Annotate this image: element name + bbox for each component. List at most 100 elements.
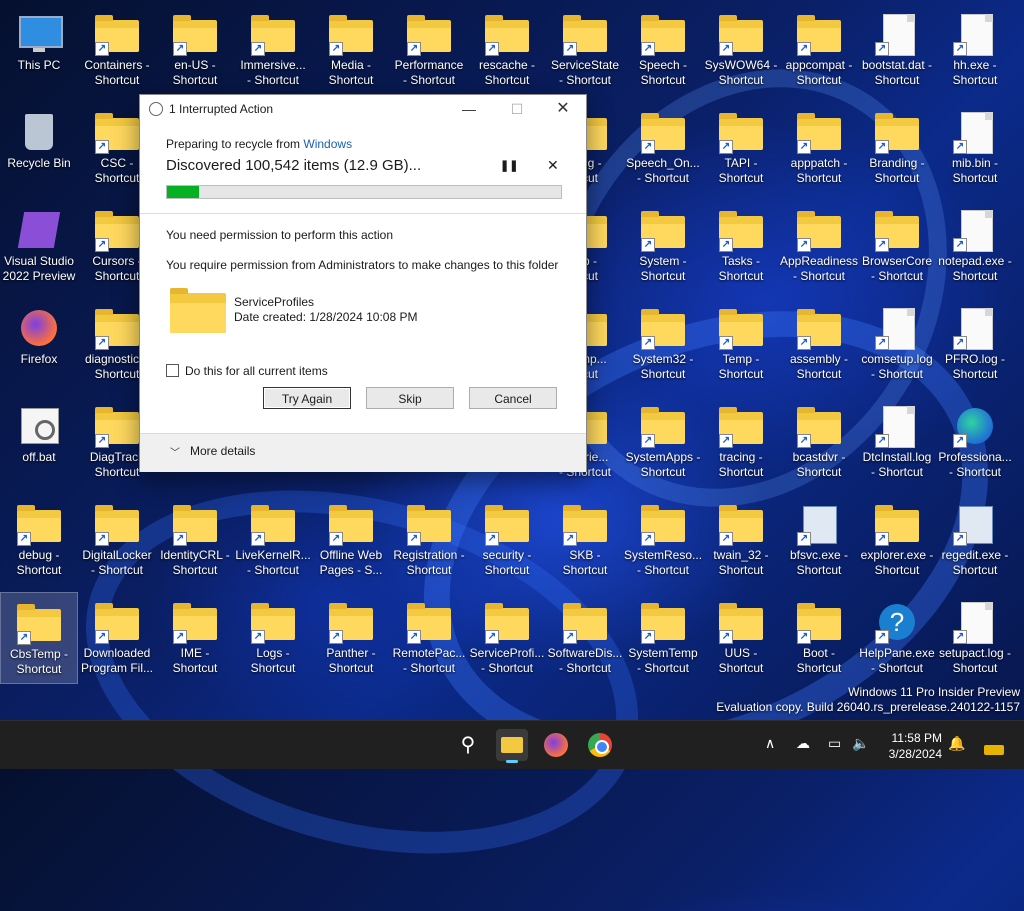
- desktop-icon[interactable]: ↗ Tasks - Shortcut: [702, 200, 780, 292]
- visual-studio-icon: [17, 210, 61, 250]
- desktop-icon[interactable]: ↗ Boot - Shortcut: [780, 592, 858, 684]
- desktop-icon[interactable]: ↗ ServiceState - Shortcut: [546, 4, 624, 96]
- file-explorer-icon[interactable]: [496, 729, 528, 763]
- desktop-icon[interactable]: ↗ PFRO.log - Shortcut: [936, 298, 1014, 390]
- desktop-icon[interactable]: ↗ apppatch - Shortcut: [780, 102, 858, 194]
- desktop-icon[interactable]: ↗ Professiona... - Shortcut: [936, 396, 1014, 488]
- desktop-icon[interactable]: ↗ hh.exe - Shortcut: [936, 4, 1014, 96]
- source-link[interactable]: Windows: [303, 137, 352, 151]
- desktop-icon[interactable]: ↗ Logs - Shortcut: [234, 592, 312, 684]
- desktop-icon[interactable]: ↗ comsetup.log - Shortcut: [858, 298, 936, 390]
- desktop-icon-label: PFRO.log - Shortcut: [944, 352, 1005, 381]
- desktop-icon[interactable]: ↗ explorer.exe - Shortcut: [858, 494, 936, 586]
- desktop-icon[interactable]: ↗ Performance - Shortcut: [390, 4, 468, 96]
- clock[interactable]: 11:58 PM 3/28/2024: [870, 730, 942, 762]
- desktop-icon[interactable]: ↗ Speech - Shortcut: [624, 4, 702, 96]
- volume-muted-icon[interactable]: 🔈: [852, 735, 869, 752]
- desktop-icon[interactable]: ↗ SoftwareDis... - Shortcut: [546, 592, 624, 684]
- desktop-icon[interactable]: ↗ System32 - Shortcut: [624, 298, 702, 390]
- desktop-icon[interactable]: ↗ SKB - Shortcut: [546, 494, 624, 586]
- desktop-icon[interactable]: ↗ RemotePac... - Shortcut: [390, 592, 468, 684]
- shortcut-arrow-icon: ↗: [17, 631, 31, 645]
- desktop-icon[interactable]: ↗ Containers - Shortcut: [78, 4, 156, 96]
- app-icon: ↗: [953, 504, 997, 546]
- desktop-icon[interactable]: ↗ SystemTemp - Shortcut: [624, 592, 702, 684]
- firefox-icon[interactable]: [540, 729, 572, 761]
- desktop-icon[interactable]: ↗ setupact.log - Shortcut: [936, 592, 1014, 684]
- desktop-icon[interactable]: ↗ bcastdvr - Shortcut: [780, 396, 858, 488]
- desktop-icon[interactable]: ↗ Registration - Shortcut: [390, 494, 468, 586]
- desktop-icon[interactable]: ↗ Speech_On... - Shortcut: [624, 102, 702, 194]
- stop-button[interactable]: ✕: [547, 157, 559, 174]
- desktop-icon[interactable]: ↗ CbsTemp - Shortcut: [0, 592, 78, 684]
- desktop-icon[interactable]: ↗ en-US - Shortcut: [156, 4, 234, 96]
- desktop-icon[interactable]: ↗ tracing - Shortcut: [702, 396, 780, 488]
- desktop-icon-label: RemotePac... - Shortcut: [392, 646, 466, 675]
- desktop-icon[interactable]: ↗ SysWOW64 - Shortcut: [702, 4, 780, 96]
- shortcut-arrow-icon: ↗: [485, 42, 499, 56]
- desktop-icon[interactable]: ↗ Temp - Shortcut: [702, 298, 780, 390]
- desktop-icon[interactable]: ↗ ServiceProfi... - Shortcut: [468, 592, 546, 684]
- minimize-button[interactable]: —: [446, 97, 492, 121]
- desktop-icon[interactable]: ↗ IdentityCRL - Shortcut: [156, 494, 234, 586]
- search-icon[interactable]: ⚲: [452, 729, 484, 761]
- desktop-icon[interactable]: ↗ TAPI - Shortcut: [702, 102, 780, 194]
- desktop-icon[interactable]: ↗ mib.bin - Shortcut: [936, 102, 1014, 194]
- help-icon: ? ↗: [875, 602, 919, 644]
- onedrive-icon[interactable]: ☁: [796, 735, 810, 752]
- maximize-button[interactable]: ☐: [494, 97, 540, 121]
- desktop-icon[interactable]: ↗ assembly - Shortcut: [780, 298, 858, 390]
- apply-all-checkbox[interactable]: Do this for all current items: [166, 364, 328, 378]
- desktop-icon[interactable]: ↗ security - Shortcut: [468, 494, 546, 586]
- chevron-down-icon[interactable]: ﹀: [170, 444, 180, 459]
- desktop-icon[interactable]: ↗ DtcInstall.log - Shortcut: [858, 396, 936, 488]
- clock-icon: [149, 102, 163, 116]
- desktop-icon[interactable]: ↗ System - Shortcut: [624, 200, 702, 292]
- desktop-icon[interactable]: Recycle Bin: [0, 102, 78, 194]
- desktop-icon[interactable]: ↗ Panther - Shortcut: [312, 592, 390, 684]
- desktop-icon[interactable]: ↗ BrowserCore - Shortcut: [858, 200, 936, 292]
- skip-button[interactable]: Skip: [366, 387, 454, 409]
- desktop-icon[interactable]: ↗ LiveKernelR... - Shortcut: [234, 494, 312, 586]
- desktop-icon-label: Speech_On... - Shortcut: [626, 156, 700, 185]
- shortcut-arrow-icon: ↗: [719, 434, 733, 448]
- desktop-icon[interactable]: ↗ UUS - Shortcut: [702, 592, 780, 684]
- desktop-icon[interactable]: ↗ SystemReso... - Shortcut: [624, 494, 702, 586]
- desktop-icon[interactable]: ↗ regedit.exe - Shortcut: [936, 494, 1014, 586]
- folder-icon: ↗: [173, 504, 217, 546]
- desktop-icon[interactable]: ↗ Immersive... - Shortcut: [234, 4, 312, 96]
- desktop-icon[interactable]: ↗ rescache - Shortcut: [468, 4, 546, 96]
- desktop-icon[interactable]: ↗ bfsvc.exe - Shortcut: [780, 494, 858, 586]
- desktop-icon[interactable]: ↗ bootstat.dat - Shortcut: [858, 4, 936, 96]
- desktop-icon[interactable]: ↗ IME - Shortcut: [156, 592, 234, 684]
- cancel-button[interactable]: Cancel: [469, 387, 557, 409]
- desktop-icon[interactable]: ↗ twain_32 - Shortcut: [702, 494, 780, 586]
- dialog-titlebar[interactable]: 1 Interrupted Action — ☐ ✕: [140, 95, 586, 123]
- desktop-icon-label: Media - Shortcut: [328, 58, 374, 87]
- desktop-icon[interactable]: ↗ Offline Web Pages - S...: [312, 494, 390, 586]
- close-button[interactable]: ✕: [540, 97, 586, 121]
- desktop-icon[interactable]: ↗ Downloaded Program Fil...: [78, 592, 156, 684]
- more-details-toggle[interactable]: More details: [190, 444, 255, 458]
- desktop-icon[interactable]: Visual Studio 2022 Preview: [0, 200, 78, 292]
- network-icon[interactable]: ▭: [828, 735, 841, 752]
- try-again-button[interactable]: Try Again: [263, 387, 351, 409]
- desktop-icon[interactable]: ↗ Media - Shortcut: [312, 4, 390, 96]
- desktop-icon[interactable]: ↗ debug - Shortcut: [0, 494, 78, 586]
- desktop-icon[interactable]: ↗ DigitalLocker - Shortcut: [78, 494, 156, 586]
- desktop-icon[interactable]: ↗ notepad.exe - Shortcut: [936, 200, 1014, 292]
- chrome-icon[interactable]: [584, 729, 616, 761]
- checkbox[interactable]: [166, 364, 179, 377]
- pause-button[interactable]: ❚❚: [500, 159, 518, 172]
- notification-bell-icon[interactable]: 🔔: [948, 735, 965, 752]
- desktop-icon[interactable]: off.bat: [0, 396, 78, 488]
- desktop-icon[interactable]: Firefox: [0, 298, 78, 390]
- desktop-icon[interactable]: ? ↗ HelpPane.exe - Shortcut: [858, 592, 936, 684]
- desktop-icon-label: Downloaded Program Fil...: [80, 646, 153, 675]
- desktop-icon[interactable]: ↗ Branding - Shortcut: [858, 102, 936, 194]
- desktop-icon[interactable]: This PC: [0, 4, 78, 96]
- desktop-icon[interactable]: ↗ appcompat - Shortcut: [780, 4, 858, 96]
- desktop-icon[interactable]: ↗ AppReadiness - Shortcut: [780, 200, 858, 292]
- chevron-up-icon[interactable]: ∧: [765, 735, 775, 752]
- desktop-icon[interactable]: ↗ SystemApps - Shortcut: [624, 396, 702, 488]
